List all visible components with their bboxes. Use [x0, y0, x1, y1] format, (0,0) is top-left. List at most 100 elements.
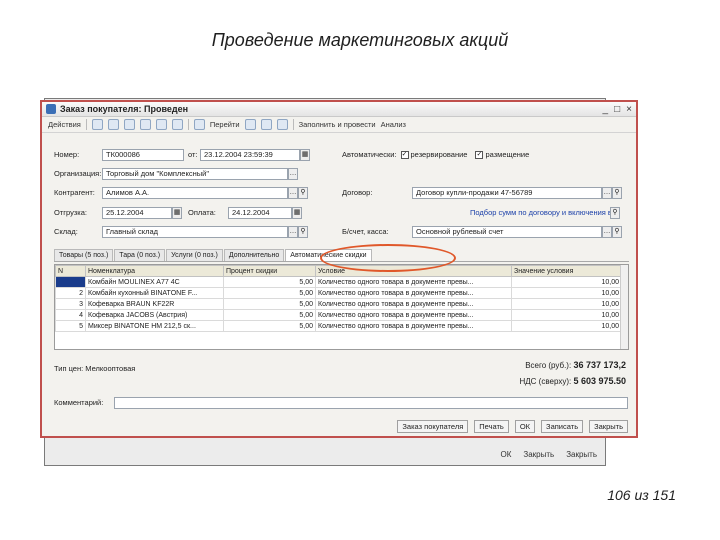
cell-name[interactable]: Миксер BINATONE HM 212,5 ск... [85, 320, 224, 332]
close-icon[interactable]: × [626, 104, 632, 115]
date-field[interactable]: 23.12.2004 23:59:39 [200, 148, 300, 161]
save-button[interactable]: Записать [541, 420, 584, 433]
search-icon[interactable]: ⚲ [610, 206, 620, 219]
cell-value[interactable]: 10,00 [511, 298, 622, 310]
goto-menu[interactable]: Перейти [210, 120, 240, 129]
calendar-icon[interactable]: ▦ [292, 206, 302, 219]
list-icon[interactable] [260, 119, 272, 130]
ok-button[interactable]: ОК [514, 420, 536, 433]
tree-icon[interactable] [276, 119, 288, 130]
cell-name[interactable]: Комбайн кухонный BINATONE F... [85, 287, 224, 299]
org-row: Организация: Торговый дом "Комплексный" … [54, 167, 298, 180]
close-button[interactable]: Закрыть [589, 420, 628, 433]
cell-percent[interactable]: 5,00 [223, 320, 316, 332]
tab-auto-discounts[interactable]: Автоматические скидки [285, 249, 372, 261]
cell-condition[interactable]: Количество одного товара в документе пре… [315, 276, 512, 288]
table-row[interactable]: 4 Кофеварка JACOBS (Австрия) 5,00 Количе… [55, 309, 622, 321]
structure-icon[interactable] [193, 119, 205, 130]
table-row[interactable]: 5 Миксер BINATONE HM 212,5 ск... 5,00 Ко… [55, 320, 622, 332]
search-icon[interactable]: ⚲ [612, 186, 622, 199]
window-titlebar[interactable]: Заказ покупателя: Проведен _ □ × [42, 102, 636, 117]
cell-percent[interactable]: 5,00 [223, 276, 316, 288]
maximize-icon[interactable]: □ [614, 104, 620, 115]
select-icon[interactable]: … [288, 225, 298, 238]
tab-containers[interactable]: Тара (0 поз.) [114, 249, 166, 261]
cell-n[interactable]: 3 [55, 298, 86, 310]
order-print-button[interactable]: Заказ покупателя [397, 420, 469, 433]
tab-goods[interactable]: Товары (5 поз.) [54, 249, 114, 261]
search-icon[interactable]: ⚲ [612, 225, 622, 238]
copy-icon[interactable] [107, 119, 119, 130]
actions-menu[interactable]: Действия [48, 120, 81, 129]
cell-name[interactable]: Комбайн MOULINEX A77 4C [85, 276, 224, 288]
back-close-button[interactable]: Закрыть [523, 450, 554, 459]
cell-name[interactable]: Кофеварка JACOBS (Австрия) [85, 309, 224, 321]
shipment-date-field[interactable]: 25.12.2004 [102, 206, 172, 219]
cell-percent[interactable]: 5,00 [223, 298, 316, 310]
add-icon[interactable] [91, 119, 103, 130]
calendar-icon[interactable]: ▦ [300, 148, 310, 161]
print-button[interactable]: Печать [474, 420, 509, 433]
placement-checkbox[interactable]: ✓ [475, 150, 484, 159]
help-icon[interactable] [244, 119, 256, 130]
cell-n[interactable]: 4 [55, 309, 86, 321]
tab-services[interactable]: Услуги (0 поз.) [166, 249, 223, 261]
number-field[interactable]: ТК000086 [102, 148, 184, 161]
cell-percent[interactable]: 5,00 [223, 309, 316, 321]
tab-additional[interactable]: Дополнительно [223, 249, 285, 261]
prices-link[interactable]: Подбор сумм по договору и включения в це… [470, 208, 610, 217]
cell-value[interactable]: 10,00 [511, 309, 622, 321]
cell-value[interactable]: 10,00 [511, 276, 622, 288]
unpost-icon[interactable] [171, 119, 183, 130]
table-row[interactable]: 3 Кофеварка BRAUN KF22R 5,00 Количество … [55, 298, 622, 310]
cell-condition[interactable]: Количество одного товара в документе пре… [315, 287, 512, 299]
column-header[interactable]: Номенклатура [85, 265, 224, 277]
table-row[interactable]: 2 Комбайн кухонный BINATONE F... 5,00 Ко… [55, 287, 622, 299]
contractor-field[interactable]: Алимов А.А. [102, 186, 288, 199]
select-icon[interactable]: … [602, 225, 612, 238]
cell-value[interactable]: 10,00 [511, 320, 622, 332]
select-icon[interactable]: … [288, 186, 298, 199]
cell-value[interactable]: 10,00 [511, 287, 622, 299]
table-row[interactable]: Комбайн MOULINEX A77 4C 5,00 Количество … [55, 276, 622, 288]
select-icon[interactable]: … [602, 186, 612, 199]
back-close-button-2[interactable]: Закрыть [566, 450, 597, 459]
select-icon[interactable]: … [288, 167, 298, 180]
cell-n[interactable]: 5 [55, 320, 86, 332]
comment-field[interactable] [114, 396, 628, 409]
column-header[interactable]: Процент скидки [223, 265, 316, 277]
cell-condition[interactable]: Количество одного товара в документе пре… [315, 309, 512, 321]
column-header[interactable]: Значение условия [511, 265, 622, 277]
cell-name[interactable]: Кофеварка BRAUN KF22R [85, 298, 224, 310]
org-field[interactable]: Торговый дом "Комплексный" [102, 167, 288, 180]
calendar-icon[interactable]: ▦ [172, 206, 182, 219]
analysis-menu[interactable]: Анализ [381, 120, 406, 129]
search-icon[interactable]: ⚲ [298, 225, 308, 238]
fill-and-post-button[interactable]: Заполнить и провести [299, 120, 376, 129]
cell-condition[interactable]: Количество одного товара в документе пре… [315, 320, 512, 332]
payment-date-field[interactable]: 24.12.2004 [228, 206, 292, 219]
table-scrollbar[interactable] [620, 265, 628, 349]
row-selection-cell[interactable] [55, 276, 86, 288]
edit-icon[interactable] [123, 119, 135, 130]
payment-label: Оплата: [188, 208, 216, 217]
cashbox-field[interactable]: Основной рублевый счет [412, 225, 602, 238]
prices-link-row: Подбор сумм по договору и включения в це… [470, 206, 620, 219]
contract-field[interactable]: Договор купли-продажи 47-56789 [412, 186, 602, 199]
post-icon[interactable] [155, 119, 167, 130]
delete-icon[interactable] [139, 119, 151, 130]
comment-label: Комментарий: [54, 398, 104, 407]
total-row: Всего (руб.): 36 737 173,2 [525, 360, 626, 370]
order-window: Заказ покупателя: Проведен _ □ × Действи… [40, 100, 638, 438]
warehouse-label: Склад: [54, 227, 78, 236]
column-header[interactable]: Условие [315, 265, 512, 277]
cell-condition[interactable]: Количество одного товара в документе пре… [315, 298, 512, 310]
search-icon[interactable]: ⚲ [298, 186, 308, 199]
cell-percent[interactable]: 5,00 [223, 287, 316, 299]
back-ok-button[interactable]: ОК [500, 450, 511, 459]
warehouse-field[interactable]: Главный склад [102, 225, 288, 238]
column-header[interactable]: N [55, 265, 86, 277]
reserve-checkbox[interactable]: ✓ [400, 150, 409, 159]
cell-n[interactable]: 2 [55, 287, 86, 299]
minimize-icon[interactable]: _ [603, 104, 609, 115]
